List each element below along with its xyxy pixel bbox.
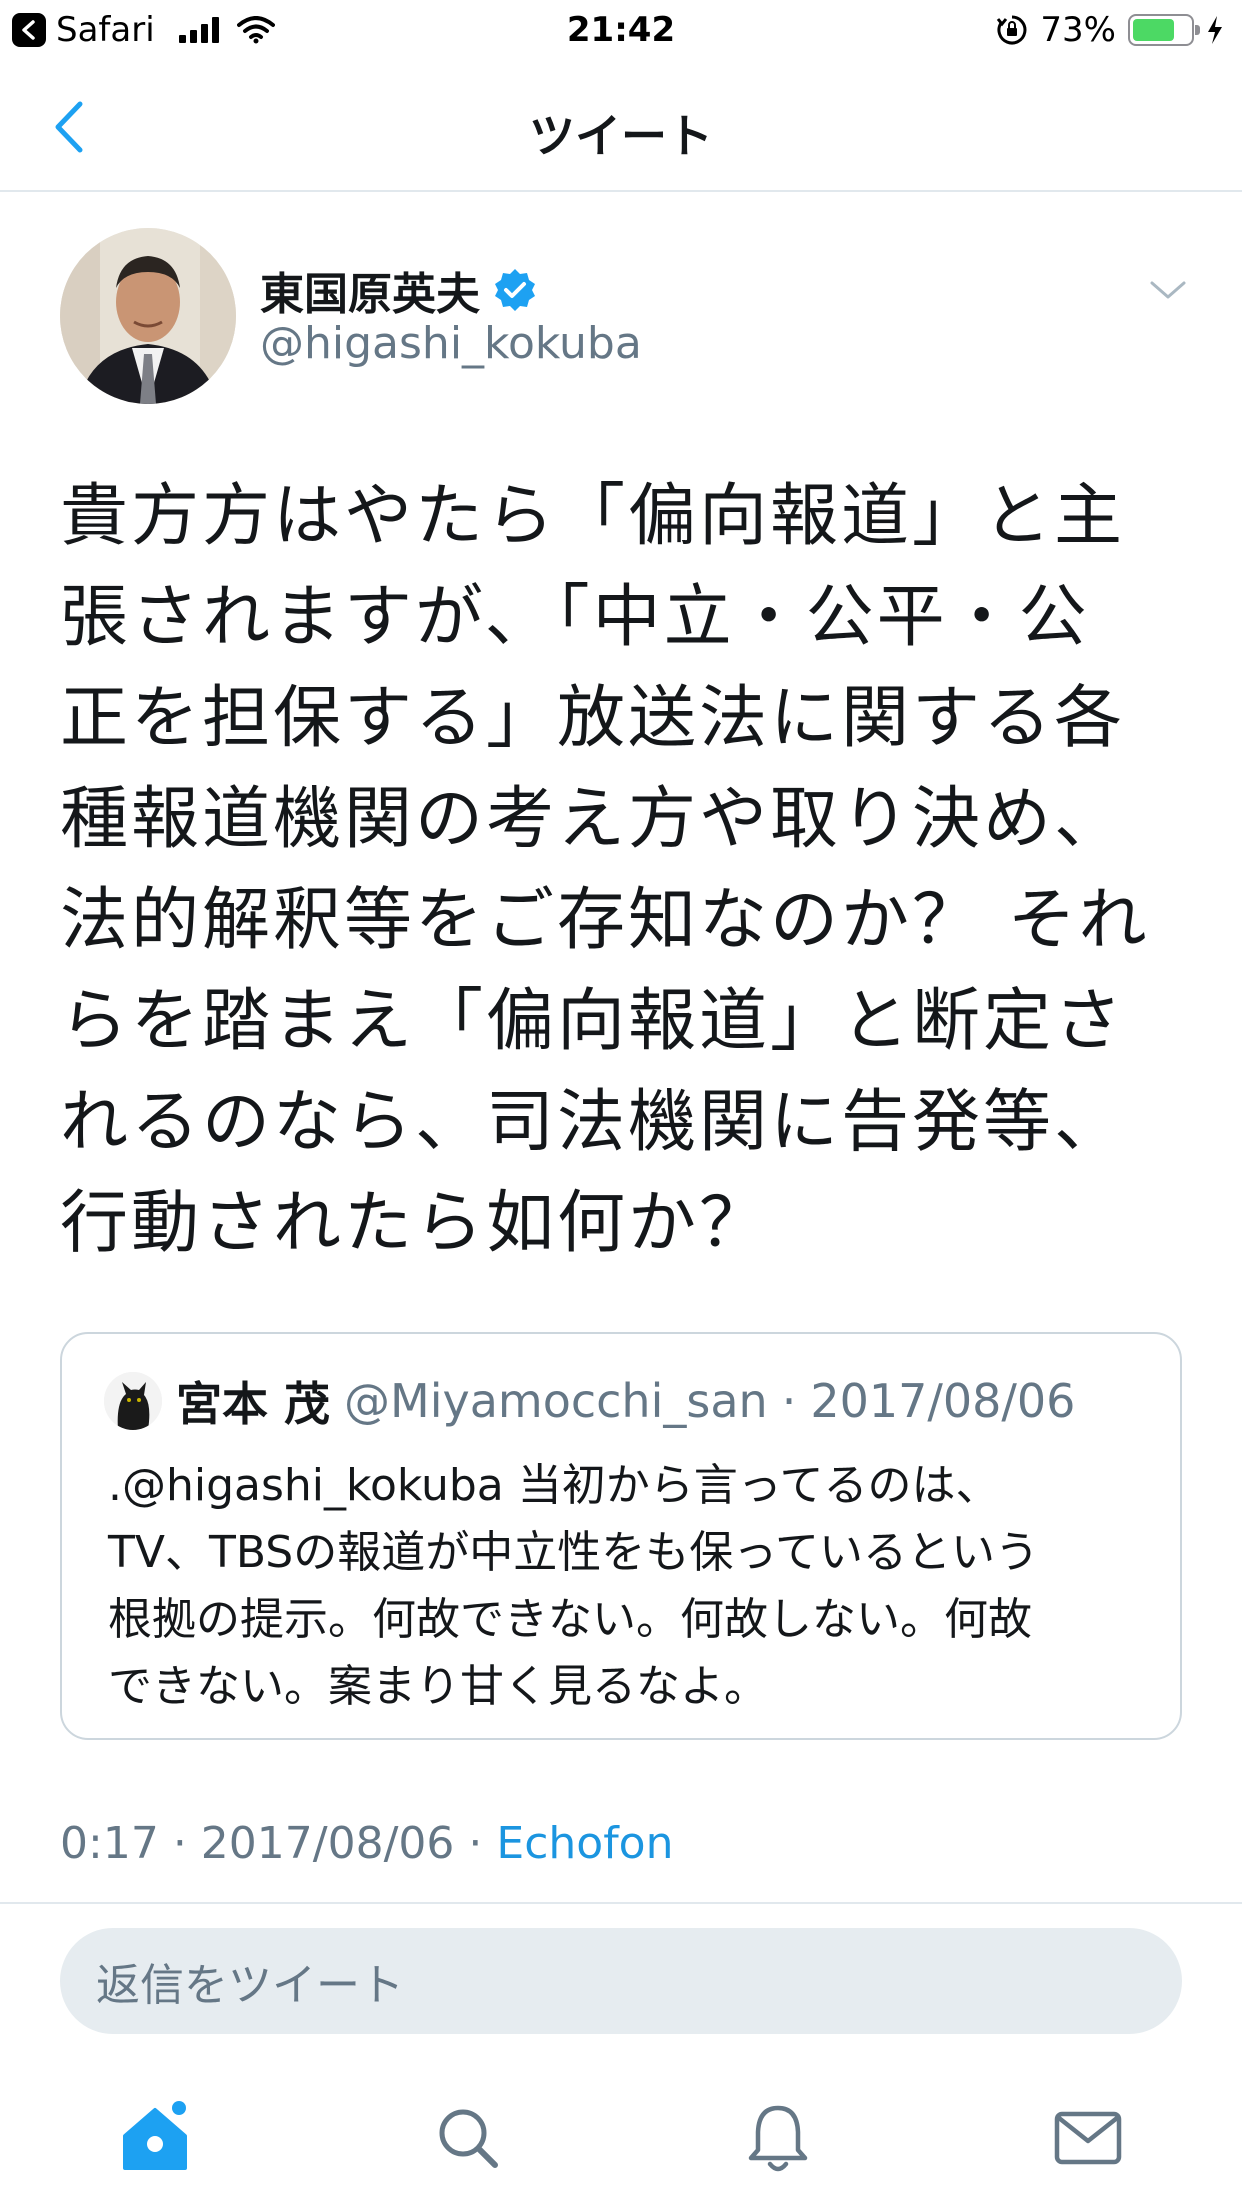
navigation-bar: ツイート [0,62,1242,192]
quoted-tweet-card[interactable]: 宮本 茂 @Miyamocchi_san · 2017/08/06 .@higa… [60,1332,1182,1740]
author-avatar[interactable] [60,228,236,404]
charging-bolt-icon [1208,16,1222,44]
tweet-time: 0:17 [60,1818,159,1869]
home-icon [123,2101,187,2170]
chevron-down-icon[interactable] [1148,275,1188,305]
quoted-author-name: 宮本 茂 [176,1377,331,1431]
tweet-line: 張されますが、「中立・公平・公 [60,578,1090,657]
quoted-author-handle: @Miyamocchi_san [344,1374,768,1428]
separator-dot: · [781,1374,797,1428]
tweet-line: れるのなら、司法機関に告発等、 [60,1083,1126,1162]
author-name-text[interactable]: 東国原英夫 [260,258,480,322]
tweet-source-link[interactable]: Echofon [496,1818,673,1869]
author-handle[interactable]: @higashi_kokuba [260,318,642,369]
battery-icon [1128,14,1200,46]
separator-dot: · [172,1818,201,1869]
verified-badge-icon [495,269,535,311]
tweet-date: 2017/08/06 [200,1818,455,1869]
status-bar: Safari 21:42 73% [0,0,1242,62]
messages-icon [1054,2111,1122,2165]
tab-messages[interactable] [1048,2098,1128,2178]
search-icon [439,2109,498,2168]
quoted-line: TV、TBSの報道が中立性をも保っているという [108,1527,1039,1578]
quoted-tweet-text: .@higashi_kokuba 当初から言ってるのは、 TV、TBSの報道が中… [108,1452,1148,1720]
battery-percent: 73% [1040,10,1116,50]
separator-dot: · [468,1818,497,1869]
tweet-line: 法的解釈等をご存知なのか？ それ [60,881,1150,960]
page-title: ツイート [529,109,713,163]
tweet-line: 行動されたら如何か？ [60,1184,771,1263]
tab-bar [0,2080,1242,2208]
reply-input[interactable]: 返信をツイート [60,1928,1182,2034]
quoted-line: 根拠の提示。何故できない。何故しない。何故 [108,1594,1032,1645]
tweet-line: 正を担保する」放送法に関する各 [60,679,1126,758]
tweet-line: 貴方方はやたら「偏向報道」と主 [60,477,1126,556]
tweet-text: 貴方方はやたら「偏向報道」と主 張されますが、「中立・公平・公 正を担保する」放… [60,466,1180,1274]
tab-search[interactable] [428,2098,508,2178]
quoted-tweet-header: 宮本 茂 @Miyamocchi_san · 2017/08/06 [104,1368,1075,1434]
tab-home[interactable] [115,2098,195,2178]
quoted-date: 2017/08/06 [810,1374,1076,1428]
battery-level [1133,19,1174,41]
status-right: 73% [996,10,1224,50]
quoted-line: .@higashi_kokuba 当初から言ってるのは、 [108,1460,1000,1511]
tweet-meta: 0:17 · 2017/08/06 · Echofon [60,1818,674,1869]
tweet-line: らを踏まえ「偏向報道」と断定さ [60,982,1126,1061]
author-name[interactable]: 東国原英夫 [260,258,538,322]
quoted-line: できない。案まり甘く見るなよ。 [108,1661,768,1712]
tab-notifications[interactable] [738,2098,818,2178]
quoted-author-avatar [104,1372,162,1430]
orientation-lock-icon [997,15,1027,45]
notifications-icon [748,2105,808,2172]
divider [0,1902,1242,1904]
tweet-line: 種報道機関の考え方や取り決め、 [60,780,1126,859]
